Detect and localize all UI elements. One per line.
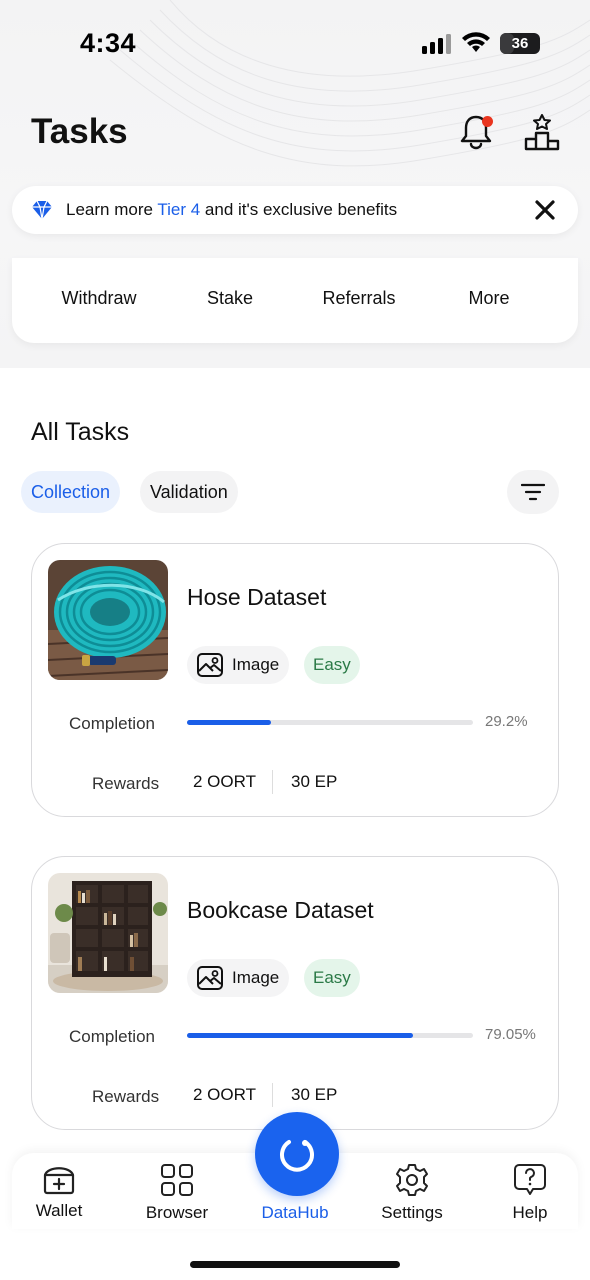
page-title: Tasks [31, 112, 128, 151]
tier-banner[interactable]: Learn more Tier 4 and it's exclusive ben… [12, 186, 578, 234]
nav-wallet-label: Wallet [35, 1201, 83, 1220]
task-thumbnail-hose [48, 560, 168, 680]
wallet-icon [43, 1167, 75, 1195]
nav-datahub-label: DataHub [261, 1203, 329, 1222]
battery-indicator: 36 [500, 33, 540, 54]
task-type-label: Image [232, 655, 280, 674]
signal-icon [422, 34, 451, 54]
battery-percentage: 36 [511, 35, 529, 52]
rewards-label: Rewards [92, 774, 160, 793]
nav-wallet[interactable]: Wallet [11, 1163, 107, 1227]
task-card[interactable]: Hose Dataset Image Easy Completion 29.2%… [31, 543, 559, 817]
task-card[interactable]: Bookcase Dataset Image Easy Completion 7… [31, 856, 559, 1130]
gear-icon [396, 1164, 428, 1196]
nav-settings-label: Settings [381, 1203, 443, 1222]
status-time: 4:34 [80, 28, 137, 58]
tier-link[interactable]: Tier 4 [157, 200, 200, 219]
reward-divider [272, 1083, 273, 1107]
banner-text: Learn more Tier 4 and it's exclusive ben… [66, 200, 397, 220]
rewards-label: Rewards [92, 1087, 160, 1106]
task-title: Bookcase Dataset [187, 897, 374, 923]
banner-suffix: and it's exclusive benefits [200, 200, 398, 219]
banner-prefix: Learn more [66, 200, 158, 219]
wifi-icon [462, 32, 490, 52]
all-tasks-title: All Tasks [31, 418, 130, 446]
filter-button[interactable] [507, 470, 559, 514]
tab-collection[interactable]: Collection [21, 471, 121, 513]
referrals-action[interactable]: Referrals [299, 288, 419, 309]
diamond-icon [32, 200, 52, 220]
datahub-button[interactable] [255, 1112, 339, 1196]
nav-browser[interactable]: Browser [129, 1163, 225, 1227]
nav-browser-label: Browser [145, 1203, 209, 1222]
nav-help[interactable]: Help [482, 1163, 578, 1227]
image-icon [197, 966, 223, 990]
withdraw-action[interactable]: Withdraw [39, 288, 159, 309]
completion-percent: 79.05% [485, 1026, 536, 1043]
tab-validation[interactable]: Validation [140, 471, 238, 513]
leaderboard-icon [524, 114, 560, 151]
home-indicator [190, 1261, 400, 1268]
close-icon[interactable] [532, 197, 558, 223]
nav-settings[interactable]: Settings [364, 1163, 460, 1227]
completion-progress-fill [187, 720, 271, 725]
completion-progress-bar [187, 1033, 473, 1038]
completion-progress-bar [187, 720, 473, 725]
leaderboard-button[interactable] [520, 110, 564, 154]
task-title: Hose Dataset [187, 584, 327, 610]
completion-label: Completion [69, 714, 155, 733]
completion-label: Completion [69, 1027, 155, 1046]
reward-divider [272, 770, 273, 794]
difficulty-badge: Easy [304, 959, 360, 997]
reward-points: 30 EP [291, 1085, 338, 1104]
help-icon [514, 1164, 546, 1195]
quick-actions: Withdraw Stake Referrals More [12, 258, 578, 343]
difficulty-badge: Easy [304, 646, 360, 684]
reward-points: 30 EP [291, 772, 338, 791]
task-type-tag: Image [187, 959, 290, 997]
task-type-tag: Image [187, 646, 290, 684]
nav-help-label: Help [512, 1203, 548, 1222]
task-type-label: Image [232, 968, 280, 987]
completion-percent: 29.2% [485, 713, 528, 730]
image-icon [197, 653, 223, 677]
task-thumbnail-bookcase [48, 873, 168, 993]
reward-token: 2 OORT [193, 1085, 256, 1104]
more-action[interactable]: More [429, 288, 549, 309]
grid-icon [161, 1164, 193, 1196]
datahub-icon [280, 1140, 314, 1172]
stake-action[interactable]: Stake [170, 288, 290, 309]
filter-icon [521, 483, 545, 501]
reward-token: 2 OORT [193, 772, 256, 791]
notifications-button[interactable] [454, 110, 498, 154]
completion-progress-fill [187, 1033, 414, 1038]
status-bar: 4:34 36 [0, 0, 590, 90]
notification-dot [482, 116, 493, 127]
